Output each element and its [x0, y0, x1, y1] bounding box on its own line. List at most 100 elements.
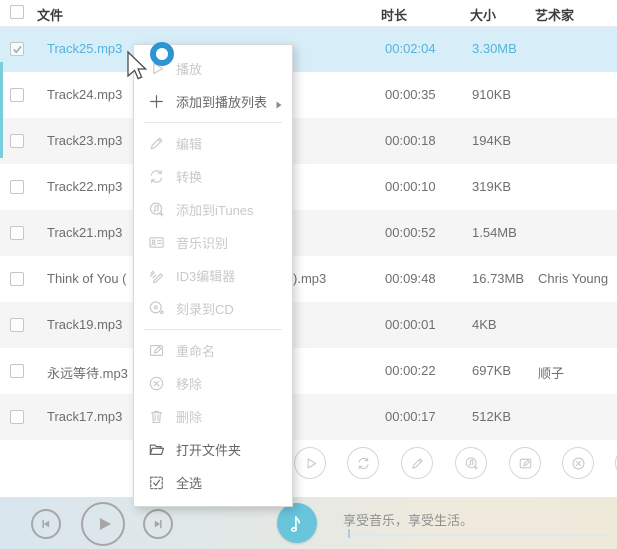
artist-value: Chris Young: [538, 271, 609, 286]
menu-item-convert[interactable]: 转换: [134, 160, 292, 193]
convert-icon: [148, 168, 165, 185]
row-checkbox[interactable]: [10, 180, 24, 194]
duration-value: 00:00:52: [385, 225, 436, 240]
file-row[interactable]: Track22.mp3 00:00:10 319KB: [0, 164, 617, 210]
menu-item-burn-to-cd[interactable]: 刻录到CD: [134, 292, 292, 325]
remove-icon: [571, 456, 586, 471]
toolbar-button-add-to-itunes[interactable]: [455, 447, 487, 479]
file-name: Track22.mp3: [47, 179, 123, 194]
duration-value: 00:00:10: [385, 179, 436, 194]
edit-icon: [148, 135, 165, 152]
progress-handle[interactable]: [348, 529, 350, 538]
submenu-arrow-icon: [276, 97, 282, 109]
menu-item-label: 音乐识别: [176, 236, 229, 251]
remove-icon: [148, 375, 165, 392]
file-list: Track25.mp3 00:02:04 3.30MB Track24.mp3 00:0…: [0, 26, 617, 440]
file-name: Track21.mp3: [47, 225, 123, 240]
size-value: 16.73MB: [472, 271, 525, 286]
rename-icon: [518, 456, 533, 471]
select-all-checkbox[interactable]: [10, 5, 24, 19]
menu-divider: [144, 122, 282, 123]
size-value: 910KB: [472, 87, 512, 102]
toolbar-button-rename[interactable]: [509, 447, 541, 479]
id3-editor-icon: [148, 267, 165, 284]
edit-icon: [410, 456, 425, 471]
itunes-icon: [464, 456, 479, 471]
menu-divider: [144, 329, 282, 330]
artist-value: 顺子: [538, 366, 565, 381]
size-value: 194KB: [472, 133, 512, 148]
menu-item-label: 编辑: [176, 137, 203, 152]
music-app-window: 文件 时长 大小 艺术家 Track25.mp3 00:02:04 3.30MB Tr…: [0, 0, 617, 549]
player-progress-bar[interactable]: [348, 529, 610, 538]
menu-item-label: 刻录到CD: [176, 302, 234, 317]
file-row[interactable]: Track19.mp3 00:00:01 4KB: [0, 302, 617, 348]
file-row[interactable]: Track17.mp3 00:00:17 512KB: [0, 394, 617, 440]
size-value: 4KB: [472, 317, 497, 332]
toolbar-button-edit[interactable]: [401, 447, 433, 479]
convert-icon: [356, 456, 371, 471]
play-button[interactable]: [81, 502, 125, 546]
menu-item-add-to-itunes[interactable]: 添加到iTunes: [134, 193, 292, 226]
column-header-artist[interactable]: 艺术家: [535, 5, 574, 24]
previous-button[interactable]: [31, 509, 61, 539]
left-scrollbar[interactable]: [0, 62, 3, 158]
row-checkbox[interactable]: [10, 226, 24, 240]
menu-item-open-folder[interactable]: 打开文件夹: [134, 433, 292, 466]
row-checkbox[interactable]: [10, 134, 24, 148]
row-checkbox[interactable]: [10, 88, 24, 102]
menu-item-delete[interactable]: 删除: [134, 400, 292, 433]
menu-item-label: 转换: [176, 170, 203, 185]
menu-item-label: 移除: [176, 377, 203, 392]
file-row[interactable]: Track24.mp3 00:00:35 910KB: [0, 72, 617, 118]
column-header-duration[interactable]: 时长: [381, 5, 407, 24]
file-name: Think of You (: [47, 271, 127, 286]
file-row[interactable]: Track23.mp3 00:00:18 194KB: [0, 118, 617, 164]
duration-value: 00:00:01: [385, 317, 436, 332]
menu-item-edit[interactable]: 编辑: [134, 127, 292, 160]
size-value: 1.54MB: [472, 225, 517, 240]
menu-item-add-to-playlist[interactable]: 添加到播放列表: [134, 85, 292, 118]
file-row[interactable]: Track21.mp3 00:00:52 1.54MB: [0, 210, 617, 256]
duration-value: 00:00:22: [385, 363, 436, 378]
row-checkbox[interactable]: [10, 410, 24, 424]
menu-item-label: 添加到iTunes: [176, 203, 254, 218]
menu-item-id3-editor[interactable]: ID3编辑器: [134, 259, 292, 292]
file-name: Track25.mp3: [47, 41, 123, 56]
toolbar-button-play[interactable]: [294, 447, 326, 479]
next-button[interactable]: [143, 509, 173, 539]
size-value: 3.30MB: [472, 41, 517, 56]
menu-item-play[interactable]: 播放: [134, 52, 292, 85]
column-header-size[interactable]: 大小: [470, 5, 496, 24]
next-icon: [150, 516, 166, 532]
play-icon: [303, 456, 318, 471]
note-icon: [286, 512, 308, 534]
duration-value: 00:00:17: [385, 409, 436, 424]
file-row[interactable]: 永远等待.mp3 00:00:22 697KB 顺子: [0, 348, 617, 394]
player-bar: 享受音乐，享受生活。: [0, 497, 617, 549]
open-folder-icon: [148, 441, 165, 458]
menu-item-rename[interactable]: 重命名: [134, 334, 292, 367]
prev-icon: [38, 516, 54, 532]
play-icon: [148, 60, 165, 77]
row-checkbox[interactable]: [10, 364, 24, 378]
file-name: Track17.mp3: [47, 409, 123, 424]
file-name: 永远等待.mp3: [47, 366, 128, 381]
menu-item-select-all[interactable]: 全选: [134, 466, 292, 499]
row-checkbox[interactable]: [10, 318, 24, 332]
row-checkbox[interactable]: [10, 42, 24, 56]
file-row[interactable]: Think of You ().mp3 00:09:48 16.73MB Chris …: [0, 256, 617, 302]
column-header-file[interactable]: 文件: [37, 5, 63, 24]
burn-cd-icon: [148, 300, 165, 317]
menu-item-remove[interactable]: 移除: [134, 367, 292, 400]
file-name: Track19.mp3: [47, 317, 123, 332]
menu-item-label: 打开文件夹: [176, 443, 242, 458]
size-value: 319KB: [472, 179, 512, 194]
file-name: Track23.mp3: [47, 133, 123, 148]
menu-item-music-recognition[interactable]: 音乐识别: [134, 226, 292, 259]
toolbar-button-remove[interactable]: [562, 447, 594, 479]
toolbar-button-convert[interactable]: [347, 447, 379, 479]
file-row[interactable]: Track25.mp3 00:02:04 3.30MB: [0, 26, 617, 72]
music-note-button[interactable]: [277, 503, 317, 543]
row-checkbox[interactable]: [10, 272, 24, 286]
